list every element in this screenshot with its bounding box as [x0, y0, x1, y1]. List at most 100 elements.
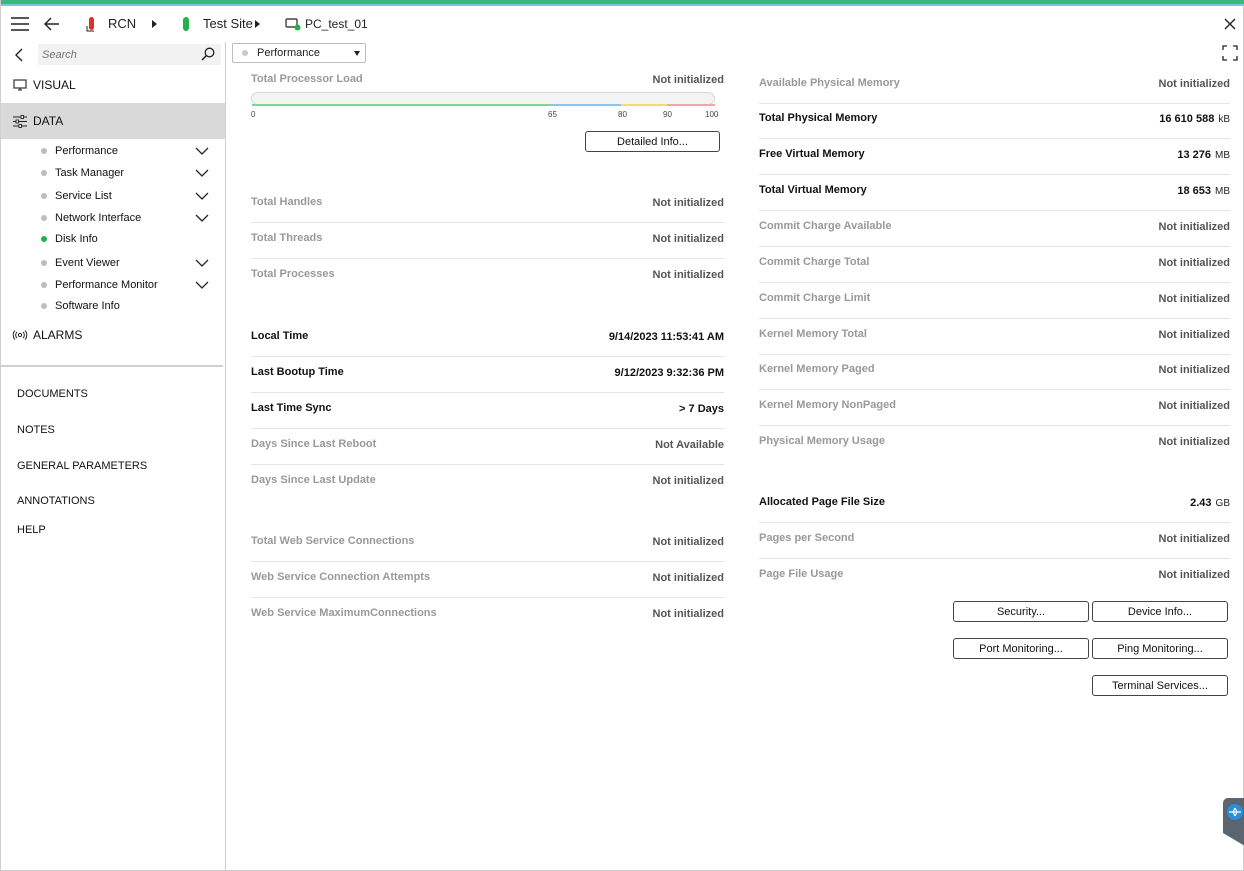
- sidebar-item-disk-info[interactable]: Disk Info: [1, 229, 225, 249]
- metric-value-text: 9/12/2023 9:32:36 PM: [614, 367, 724, 379]
- sidebar-item-performance-monitor[interactable]: Performance Monitor: [1, 275, 225, 295]
- metric-value-text: Not Available: [655, 439, 724, 451]
- metric-value-text: > 7 Days: [679, 403, 724, 415]
- metric-label: Total Virtual Memory: [759, 184, 867, 196]
- metric-row: Commit Charge Limit Not initialized: [759, 283, 1230, 319]
- metric-value-text: 2.43: [1190, 497, 1212, 509]
- chevron-down-icon[interactable]: [195, 146, 209, 158]
- metric-label: Kernel Memory Total: [759, 328, 867, 340]
- sidebar-item-service-list[interactable]: Service List: [1, 186, 225, 206]
- close-icon[interactable]: [1222, 14, 1238, 34]
- hamburger-menu-icon[interactable]: [10, 14, 30, 34]
- sidebar-item-network-interface[interactable]: Network Interface: [1, 208, 225, 228]
- nav-help[interactable]: HELP: [17, 524, 46, 536]
- nav-notes[interactable]: NOTES: [17, 424, 55, 436]
- pc-device-icon: [284, 14, 302, 34]
- fullscreen-icon[interactable]: [1221, 43, 1239, 63]
- back-arrow-icon[interactable]: [42, 14, 62, 34]
- metric-row: Allocated Page File Size 2.43 GB: [759, 487, 1230, 523]
- nav-annotations[interactable]: ANNOTATIONS: [17, 495, 95, 507]
- sidebar-item-label: Performance Monitor: [55, 279, 158, 291]
- breadcrumb-test-site[interactable]: Test Site: [203, 16, 253, 31]
- metric-row: Days Since Last Reboot Not Available: [251, 429, 724, 465]
- chevron-down-icon[interactable]: [195, 280, 209, 292]
- status-dot: [41, 282, 47, 288]
- scale-tick-90: 90: [663, 110, 672, 119]
- metric-value-text: 9/14/2023 11:53:41 AM: [608, 331, 724, 343]
- metric-value: 18 653 MB: [1177, 185, 1230, 197]
- metric-label: Page File Usage: [759, 568, 844, 580]
- chevron-down-icon[interactable]: [195, 168, 209, 180]
- metric-value: Not initialized: [653, 233, 725, 245]
- status-dot: [41, 215, 47, 221]
- nav-data[interactable]: DATA: [1, 103, 225, 139]
- terminal-services-button[interactable]: Terminal Services...: [1092, 675, 1228, 696]
- metric-value: Not initialized: [653, 536, 725, 548]
- status-dot: [41, 148, 47, 154]
- dropdown-arrow-icon: [354, 51, 360, 56]
- sidebar-item-event-viewer[interactable]: Event Viewer: [1, 253, 225, 273]
- metric-row: Total Web Service Connections Not initial…: [251, 526, 724, 562]
- processor-load-value: Not initialized: [652, 74, 725, 86]
- metric-value: 16 610 588 kB: [1159, 113, 1230, 125]
- device-info-button[interactable]: Device Info...: [1092, 601, 1228, 622]
- status-dot: [41, 193, 47, 199]
- processor-load-scale: [252, 104, 715, 106]
- breadcrumb-rcn[interactable]: RCN: [108, 16, 136, 31]
- sidebar-item-performance[interactable]: Performance: [1, 141, 225, 161]
- metric-unit: kB: [1218, 114, 1230, 125]
- detailed-info-button[interactable]: Detailed Info...: [585, 131, 720, 152]
- page-select[interactable]: Performance: [232, 43, 366, 63]
- search-input[interactable]: [42, 46, 192, 63]
- port-monitoring-button[interactable]: Port Monitoring...: [953, 638, 1089, 659]
- remote-support-widget[interactable]: [1222, 798, 1244, 846]
- metric-value-text: Not initialized: [1158, 221, 1231, 233]
- nav-data-label: DATA: [33, 114, 64, 128]
- sidebar-item-software-info[interactable]: Software Info: [1, 296, 225, 316]
- chevron-down-icon[interactable]: [195, 213, 209, 225]
- breadcrumb-pc[interactable]: PC_test_01: [305, 17, 368, 31]
- metric-label: Local Time: [251, 330, 309, 342]
- processor-load-label: Total Processor Load: [251, 73, 363, 85]
- nav-documents[interactable]: DOCUMENTS: [17, 388, 88, 400]
- metric-value: > 7 Days: [679, 403, 724, 415]
- nav-visual-label: VISUAL: [33, 78, 76, 92]
- metric-label: Kernel Memory Paged: [759, 363, 875, 375]
- metric-value: Not initialized: [1159, 257, 1231, 269]
- sidebar-item-task-manager[interactable]: Task Manager: [1, 163, 225, 183]
- nav-visual[interactable]: VISUAL: [1, 67, 225, 103]
- metric-value-text: Not initialized: [652, 608, 725, 620]
- search-icon[interactable]: [201, 47, 215, 64]
- metric-value: 9/12/2023 9:32:36 PM: [615, 367, 724, 379]
- collapse-panel-icon[interactable]: [11, 45, 27, 65]
- metric-value-text: 13 276: [1177, 149, 1211, 161]
- ping-monitoring-button[interactable]: Ping Monitoring...: [1092, 638, 1228, 659]
- metric-value: 13 276 MB: [1177, 149, 1230, 161]
- metric-label: Total Handles: [251, 196, 323, 208]
- metric-row: Available Physical Memory Not initialized: [759, 68, 1230, 104]
- security-button[interactable]: Security...: [953, 601, 1089, 622]
- chevron-down-icon[interactable]: [195, 191, 209, 203]
- metric-value-text: Not initialized: [1158, 569, 1231, 581]
- metric-unit: MB: [1215, 186, 1230, 197]
- metric-value: Not initialized: [1159, 533, 1231, 545]
- sidebar-item-label: Software Info: [55, 300, 120, 312]
- site-status-icon: [181, 14, 191, 34]
- metric-row: Total Threads Not initialized: [251, 223, 724, 259]
- metric-label: Commit Charge Limit: [759, 292, 871, 304]
- metric-value: Not initialized: [1159, 436, 1231, 448]
- page-status-dot: [242, 50, 248, 56]
- metric-unit: MB: [1215, 150, 1230, 161]
- nav-general-parameters[interactable]: GENERAL PARAMETERS: [17, 460, 147, 472]
- nav-alarms[interactable]: ALARMS: [1, 317, 225, 353]
- sidebar-item-label: Service List: [55, 190, 112, 202]
- metric-row: Last Bootup Time 9/12/2023 9:32:36 PM: [251, 357, 724, 393]
- chevron-down-icon[interactable]: [195, 258, 209, 270]
- metric-value: Not initialized: [653, 572, 725, 584]
- metric-value-text: Not initialized: [652, 475, 725, 487]
- metric-row: Total Handles Not initialized: [251, 187, 724, 223]
- metric-label: Days Since Last Update: [251, 474, 376, 486]
- metric-label: Web Service MaximumConnections: [251, 607, 437, 619]
- metric-value: Not initialized: [1159, 293, 1231, 305]
- scale-segment-yellow: [621, 104, 667, 106]
